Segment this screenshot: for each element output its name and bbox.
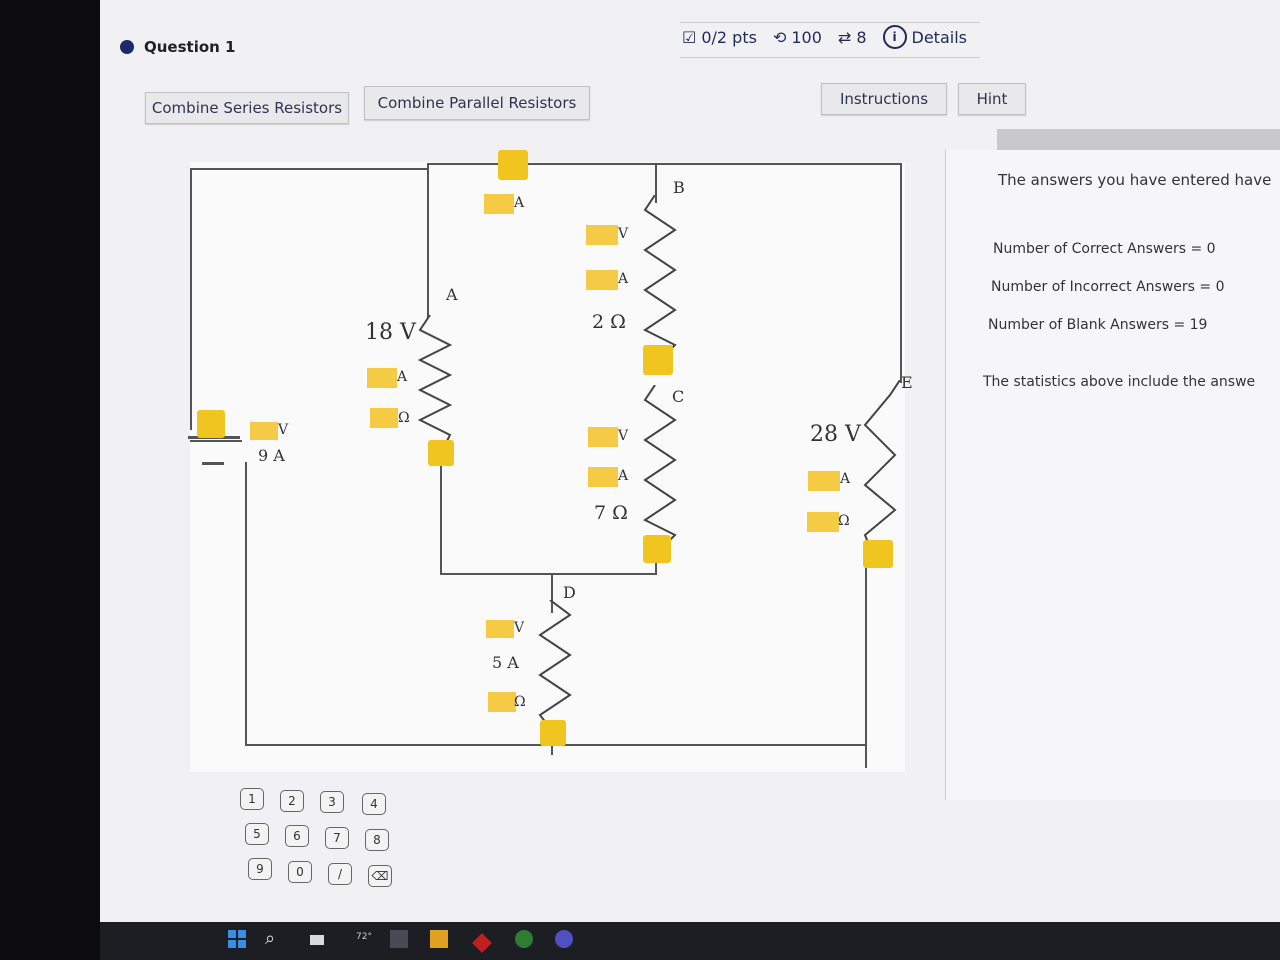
correct-count: Number of Correct Answers = 0 xyxy=(993,241,1216,257)
resistor-7-ohm xyxy=(643,385,677,550)
key-8[interactable]: 8 xyxy=(365,829,389,851)
feedback-intro: The answers you have entered have xyxy=(998,171,1272,189)
key-4[interactable]: 4 xyxy=(362,793,386,815)
resistor-d xyxy=(538,600,572,736)
key-0[interactable]: 0 xyxy=(288,861,312,883)
wire xyxy=(190,168,427,170)
rd-current: 5 A xyxy=(492,653,519,672)
wire xyxy=(900,163,902,383)
search-icon[interactable]: ⌕ xyxy=(265,930,283,948)
points-text: 0/2 pts xyxy=(701,27,757,47)
node-label-b: B xyxy=(673,178,685,197)
amp-unit: A xyxy=(840,471,851,487)
question-status-dot xyxy=(120,40,134,54)
battery-voltage-input[interactable] xyxy=(250,422,278,440)
key-1[interactable]: 1 xyxy=(240,788,264,810)
node-marker[interactable] xyxy=(863,540,893,568)
r2-voltage-input[interactable] xyxy=(586,225,618,245)
question-title: Question 1 xyxy=(144,38,236,56)
wire xyxy=(190,168,192,430)
wire xyxy=(427,163,429,318)
volt-unit: V xyxy=(618,226,629,242)
node-label-a: A xyxy=(446,285,458,304)
key-slash[interactable]: / xyxy=(328,863,352,885)
top-current-input[interactable] xyxy=(484,194,514,214)
undo-icon: ⟲ xyxy=(772,27,787,47)
resistor-28v xyxy=(863,380,901,560)
amp-unit: A xyxy=(618,468,629,484)
node-label-c: C xyxy=(672,387,685,406)
r28-current-input[interactable] xyxy=(808,471,840,491)
r18-voltage: 18 V xyxy=(365,320,416,345)
node-marker[interactable] xyxy=(643,345,673,375)
instructions-button[interactable]: Instructions xyxy=(821,83,947,115)
battery-current: 9 A xyxy=(258,446,285,465)
retries-count: 8 xyxy=(856,27,867,47)
r2-current-input[interactable] xyxy=(586,270,618,290)
incorrect-count: Number of Incorrect Answers = 0 xyxy=(991,279,1225,295)
ohm-unit: Ω xyxy=(838,513,850,529)
combine-parallel-button[interactable]: Combine Parallel Resistors xyxy=(364,86,590,120)
app-icon[interactable] xyxy=(390,930,408,948)
amp-unit: A xyxy=(397,369,408,385)
node-marker[interactable] xyxy=(643,535,671,563)
hint-button[interactable]: Hint xyxy=(958,83,1026,115)
wire xyxy=(440,573,657,575)
wire xyxy=(865,565,867,768)
browser-icon[interactable] xyxy=(515,930,533,948)
ohm-unit: Ω xyxy=(514,694,526,710)
divider xyxy=(680,57,980,58)
details-link[interactable]: Details xyxy=(912,28,967,47)
key-5[interactable]: 5 xyxy=(245,823,269,845)
app-icon[interactable] xyxy=(555,930,573,948)
retry-icon: ⇄ xyxy=(837,27,852,47)
wire xyxy=(440,460,442,575)
battery-plate-short xyxy=(202,462,224,465)
resistor-2-ohm xyxy=(643,195,677,360)
volt-unit: V xyxy=(618,428,629,444)
amp-unit: A xyxy=(514,195,525,211)
checkbox-edit-icon: ☑ xyxy=(682,27,697,47)
wire xyxy=(245,462,247,746)
r7-resistance: 7 Ω xyxy=(594,502,628,524)
info-icon[interactable]: i xyxy=(882,25,907,49)
node-marker[interactable] xyxy=(197,410,225,438)
divider xyxy=(680,22,980,23)
attempts-count: 100 xyxy=(791,27,822,47)
key-3[interactable]: 3 xyxy=(320,791,344,813)
node-label-e: E xyxy=(901,373,913,392)
r28-voltage: 28 V xyxy=(810,422,861,447)
backspace-key[interactable]: ⌫ xyxy=(368,865,392,887)
node-marker[interactable] xyxy=(498,150,528,180)
rd-voltage-input[interactable] xyxy=(486,620,514,638)
statistics-note: The statistics above include the answe xyxy=(983,374,1256,390)
key-9[interactable]: 9 xyxy=(248,858,272,880)
wire xyxy=(190,440,242,442)
volt-unit: V xyxy=(278,422,289,438)
volt-unit: V xyxy=(514,620,525,636)
r2-resistance: 2 Ω xyxy=(592,311,626,333)
rd-resistance-input[interactable] xyxy=(488,692,516,712)
key-2[interactable]: 2 xyxy=(280,790,304,812)
node-marker[interactable] xyxy=(540,720,566,746)
folder-icon[interactable] xyxy=(430,930,448,948)
windows-start-icon[interactable] xyxy=(228,930,246,948)
r18-current-input[interactable] xyxy=(367,368,397,388)
r7-current-input[interactable] xyxy=(588,467,618,487)
ohm-unit: Ω xyxy=(398,410,410,426)
r28-resistance-input[interactable] xyxy=(807,512,839,532)
node-label-d: D xyxy=(563,583,576,602)
score-bar: ☑ 0/2 pts ⟲ 100 ⇄ 8 i Details xyxy=(682,25,967,49)
node-marker[interactable] xyxy=(428,440,454,466)
task-view-icon[interactable] xyxy=(310,935,324,945)
r7-voltage-input[interactable] xyxy=(588,427,618,447)
key-6[interactable]: 6 xyxy=(285,825,309,847)
amp-unit: A xyxy=(618,271,629,287)
weather-temp: 72° xyxy=(356,932,372,942)
key-7[interactable]: 7 xyxy=(325,827,349,849)
r18-resistance-input[interactable] xyxy=(370,408,398,428)
combine-series-button[interactable]: Combine Series Resistors xyxy=(145,92,349,124)
blank-count: Number of Blank Answers = 19 xyxy=(988,317,1208,333)
